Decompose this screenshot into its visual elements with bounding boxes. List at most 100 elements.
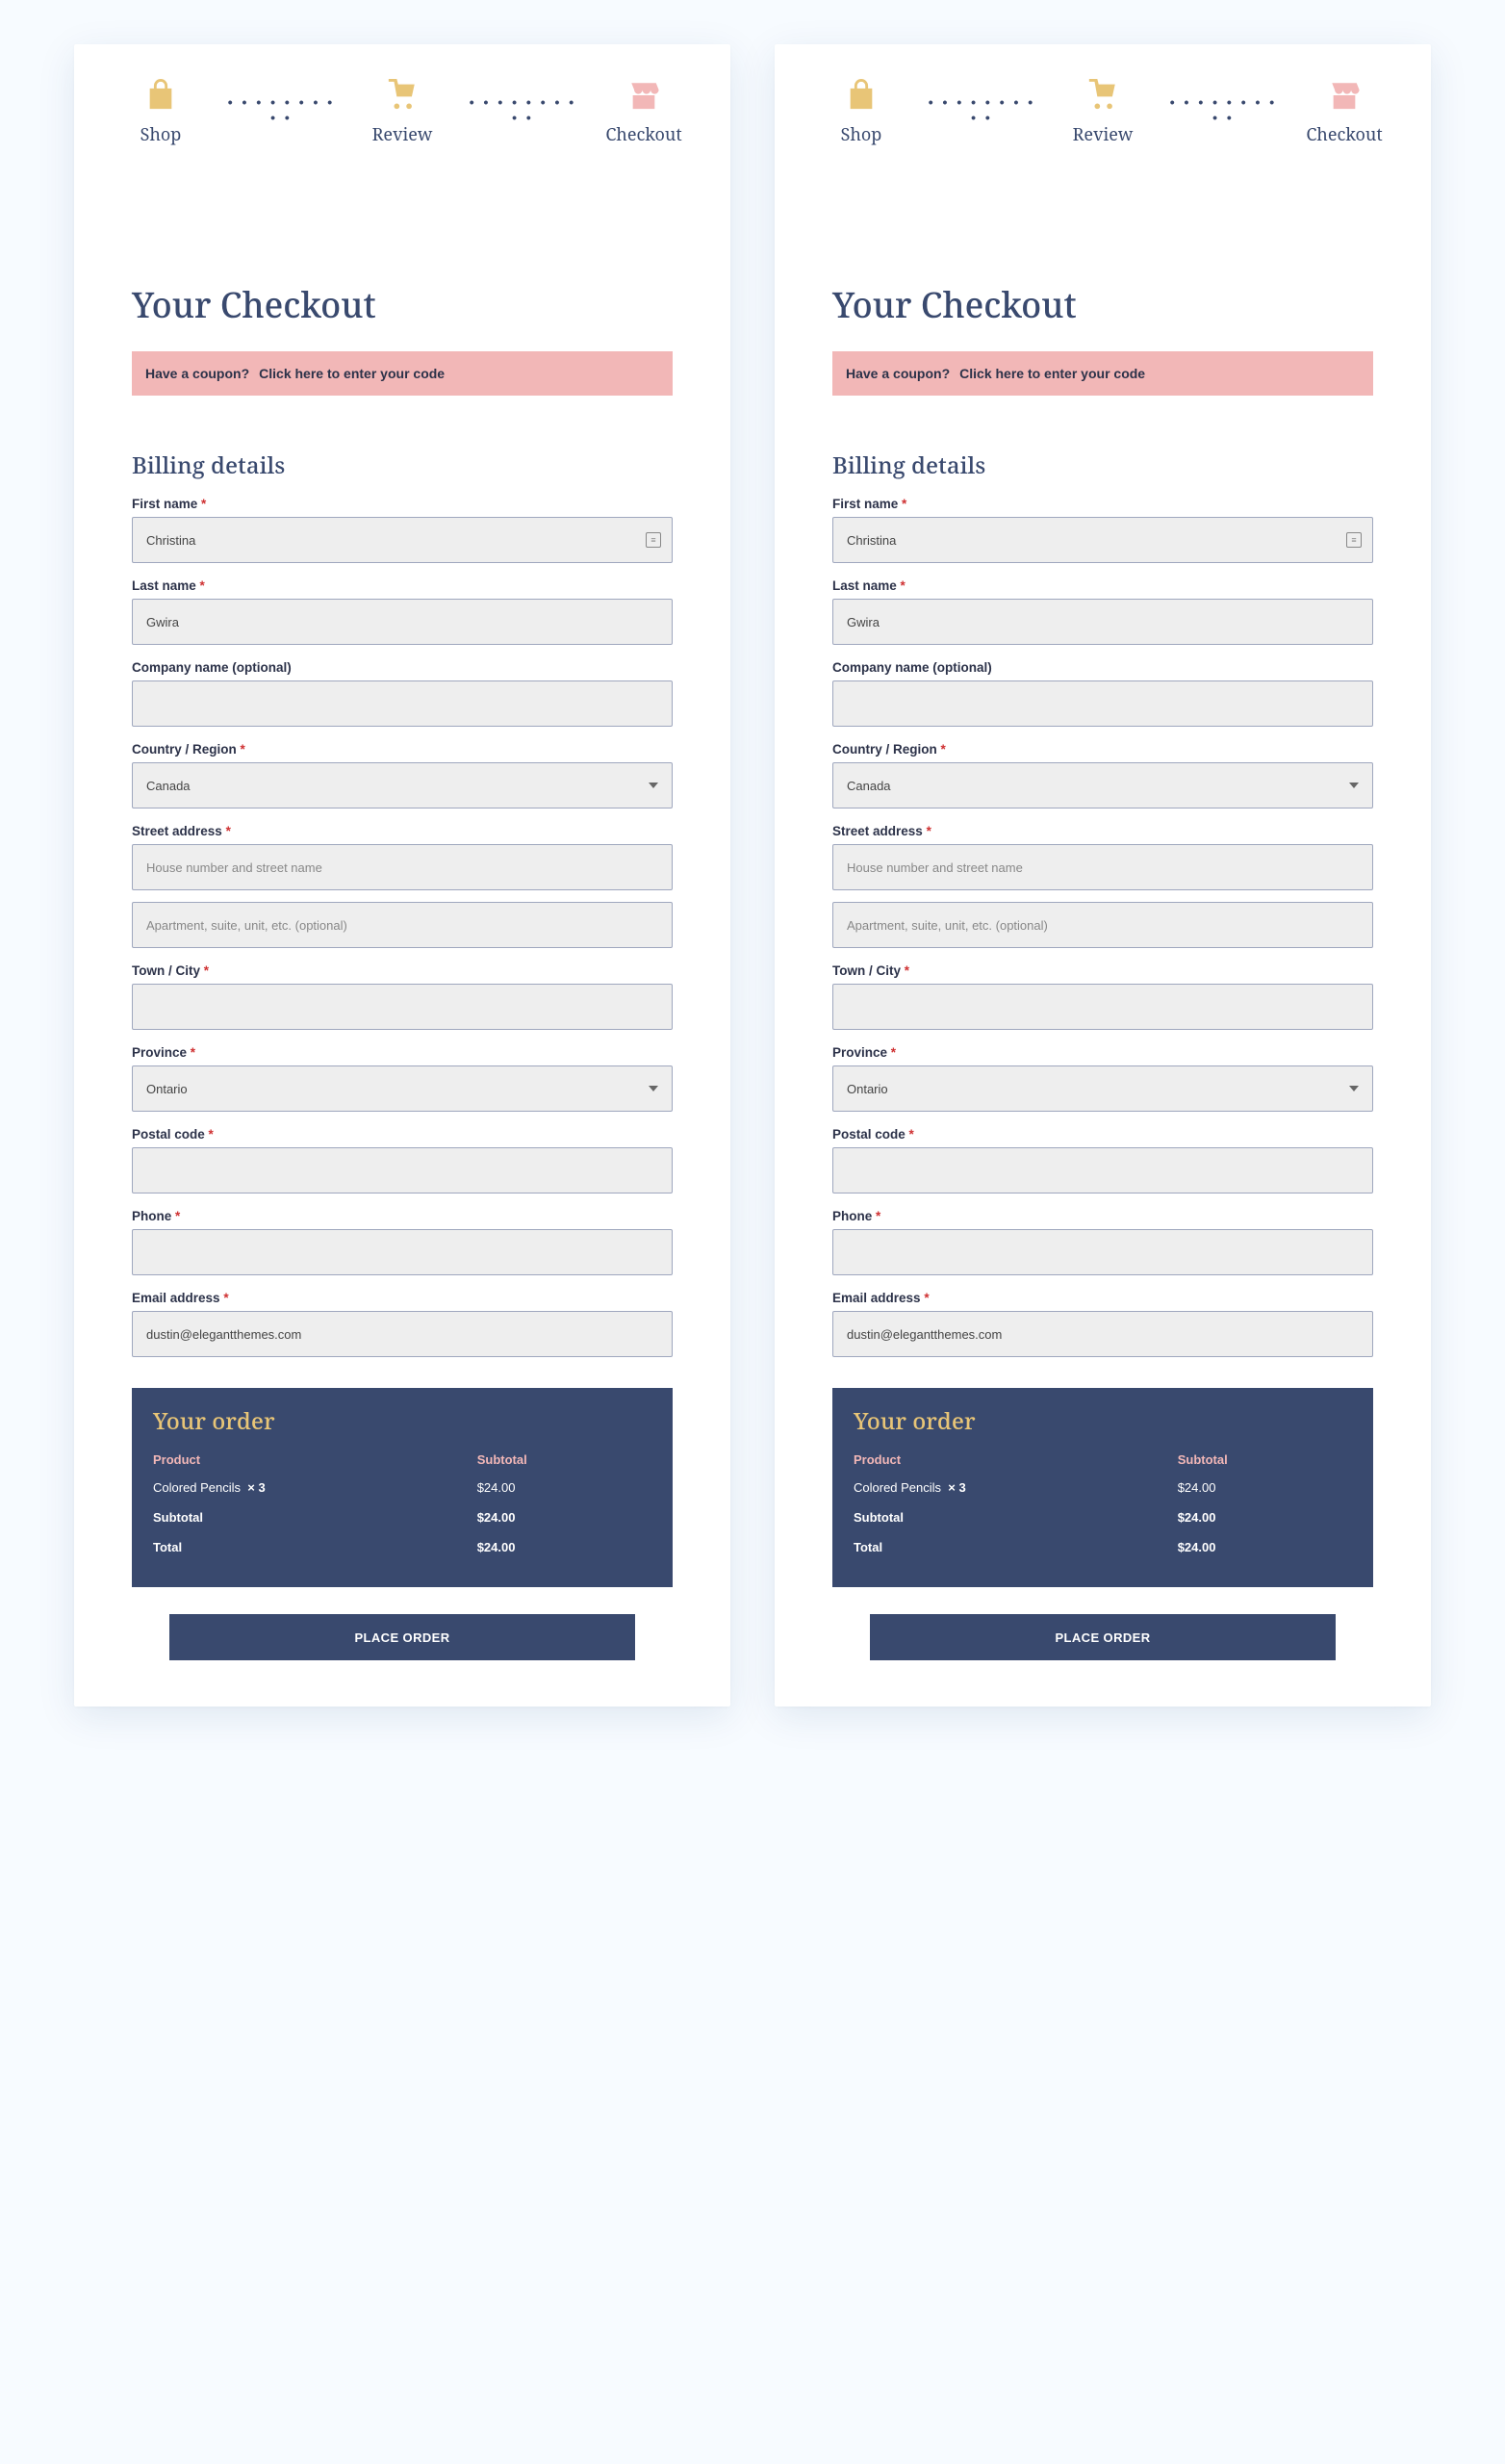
item-name: Colored Pencils	[153, 1480, 241, 1495]
chevron-down-icon	[649, 1086, 658, 1091]
bag-icon	[845, 79, 878, 112]
table-row: Subtotal $24.00	[153, 1502, 651, 1532]
dots-connector: • • • • • • • • • •	[224, 94, 340, 125]
province-label: Province *	[832, 1045, 1373, 1060]
step-shop[interactable]: Shop	[132, 79, 190, 146]
first-name-label: First name *	[832, 497, 1373, 511]
place-order-button[interactable]: PLACE ORDER	[169, 1614, 634, 1660]
province-select[interactable]: Ontario	[132, 1065, 673, 1112]
step-shop-label: Shop	[140, 123, 182, 146]
field-postal: Postal code *	[132, 1127, 673, 1194]
town-input[interactable]	[832, 984, 1373, 1030]
country-value: Canada	[847, 779, 891, 793]
first-name-input[interactable]	[832, 517, 1373, 563]
table-row: Total $24.00	[854, 1532, 1352, 1562]
company-input[interactable]	[132, 680, 673, 727]
step-shop-label: Shop	[841, 123, 882, 146]
step-checkout[interactable]: Checkout	[615, 79, 673, 146]
field-company: Company name (optional)	[132, 660, 673, 727]
country-label: Country / Region *	[832, 742, 1373, 757]
checkout-card: Shop • • • • • • • • • • Review • • • • …	[74, 44, 730, 1707]
step-checkout[interactable]: Checkout	[1315, 79, 1373, 146]
required-mark: *	[209, 1127, 214, 1142]
field-last-name: Last name *	[832, 578, 1373, 645]
phone-input[interactable]	[832, 1229, 1373, 1275]
postal-input[interactable]	[832, 1147, 1373, 1194]
checkout-progress: Shop • • • • • • • • • • Review • • • • …	[832, 79, 1373, 146]
total-label: Total	[854, 1532, 1178, 1562]
order-table: Product Subtotal Colored Pencils × 3 $24…	[153, 1447, 651, 1562]
phone-input[interactable]	[132, 1229, 673, 1275]
chevron-down-icon	[1349, 1086, 1359, 1091]
order-summary: Your order Product Subtotal Colored Penc…	[832, 1388, 1373, 1587]
postal-label: Postal code *	[132, 1127, 673, 1142]
storefront-icon	[1327, 79, 1362, 112]
billing-heading: Billing details	[832, 449, 1373, 481]
order-col-subtotal: Subtotal	[1178, 1447, 1352, 1473]
item-amount: $24.00	[1178, 1473, 1352, 1502]
field-country: Country / Region * Canada	[832, 742, 1373, 808]
place-order-button[interactable]: PLACE ORDER	[870, 1614, 1335, 1660]
field-town: Town / City *	[832, 963, 1373, 1030]
field-last-name: Last name *	[132, 578, 673, 645]
order-col-product: Product	[153, 1447, 477, 1473]
required-mark: *	[909, 1127, 914, 1142]
company-input[interactable]	[832, 680, 1373, 727]
coupon-toggle-link[interactable]: Click here to enter your code	[959, 366, 1145, 381]
email-input[interactable]	[132, 1311, 673, 1357]
email-input[interactable]	[832, 1311, 1373, 1357]
coupon-toggle-link[interactable]: Click here to enter your code	[259, 366, 445, 381]
checkout-progress: Shop • • • • • • • • • • Review • • • • …	[132, 79, 673, 146]
postal-input[interactable]	[132, 1147, 673, 1194]
chevron-down-icon	[649, 783, 658, 788]
total-label: Total	[153, 1532, 477, 1562]
required-mark: *	[901, 578, 906, 593]
postal-label: Postal code *	[832, 1127, 1373, 1142]
town-input[interactable]	[132, 984, 673, 1030]
item-qty: × 3	[948, 1480, 965, 1495]
street1-input[interactable]	[832, 844, 1373, 890]
field-province: Province * Ontario	[132, 1045, 673, 1112]
field-first-name: First name * ≡	[132, 497, 673, 563]
required-mark: *	[241, 742, 245, 757]
country-select[interactable]: Canada	[132, 762, 673, 808]
field-email: Email address *	[832, 1291, 1373, 1357]
cart-icon	[385, 79, 420, 112]
field-street: Street address *	[132, 824, 673, 948]
field-country: Country / Region * Canada	[132, 742, 673, 808]
country-select[interactable]: Canada	[832, 762, 1373, 808]
required-mark: *	[891, 1045, 896, 1060]
order-heading: Your order	[153, 1405, 651, 1437]
last-name-input[interactable]	[132, 599, 673, 645]
required-mark: *	[927, 824, 931, 838]
last-name-label: Last name *	[132, 578, 673, 593]
page-title: Your Checkout	[132, 281, 673, 328]
step-review[interactable]: Review	[1074, 79, 1132, 146]
last-name-input[interactable]	[832, 599, 1373, 645]
coupon-bar: Have a coupon? Click here to enter your …	[832, 351, 1373, 396]
order-summary: Your order Product Subtotal Colored Penc…	[132, 1388, 673, 1587]
total-value: $24.00	[1178, 1532, 1352, 1562]
autofill-icon[interactable]: ≡	[646, 532, 661, 548]
country-value: Canada	[146, 779, 191, 793]
step-review[interactable]: Review	[373, 79, 431, 146]
cart-icon	[1085, 79, 1120, 112]
required-mark: *	[223, 1291, 228, 1305]
required-mark: *	[924, 1291, 929, 1305]
step-shop[interactable]: Shop	[832, 79, 890, 146]
required-mark: *	[201, 497, 206, 511]
field-company: Company name (optional)	[832, 660, 1373, 727]
step-review-label: Review	[372, 123, 433, 146]
subtotal-value: $24.00	[1178, 1502, 1352, 1532]
required-mark: *	[200, 578, 205, 593]
province-value: Ontario	[146, 1082, 188, 1096]
street1-input[interactable]	[132, 844, 673, 890]
checkout-card: Shop • • • • • • • • • • Review • • • • …	[775, 44, 1431, 1707]
province-select[interactable]: Ontario	[832, 1065, 1373, 1112]
first-name-input[interactable]	[132, 517, 673, 563]
street2-input[interactable]	[832, 902, 1373, 948]
autofill-icon[interactable]: ≡	[1346, 532, 1362, 548]
step-review-label: Review	[1073, 123, 1134, 146]
street2-input[interactable]	[132, 902, 673, 948]
required-mark: *	[191, 1045, 195, 1060]
